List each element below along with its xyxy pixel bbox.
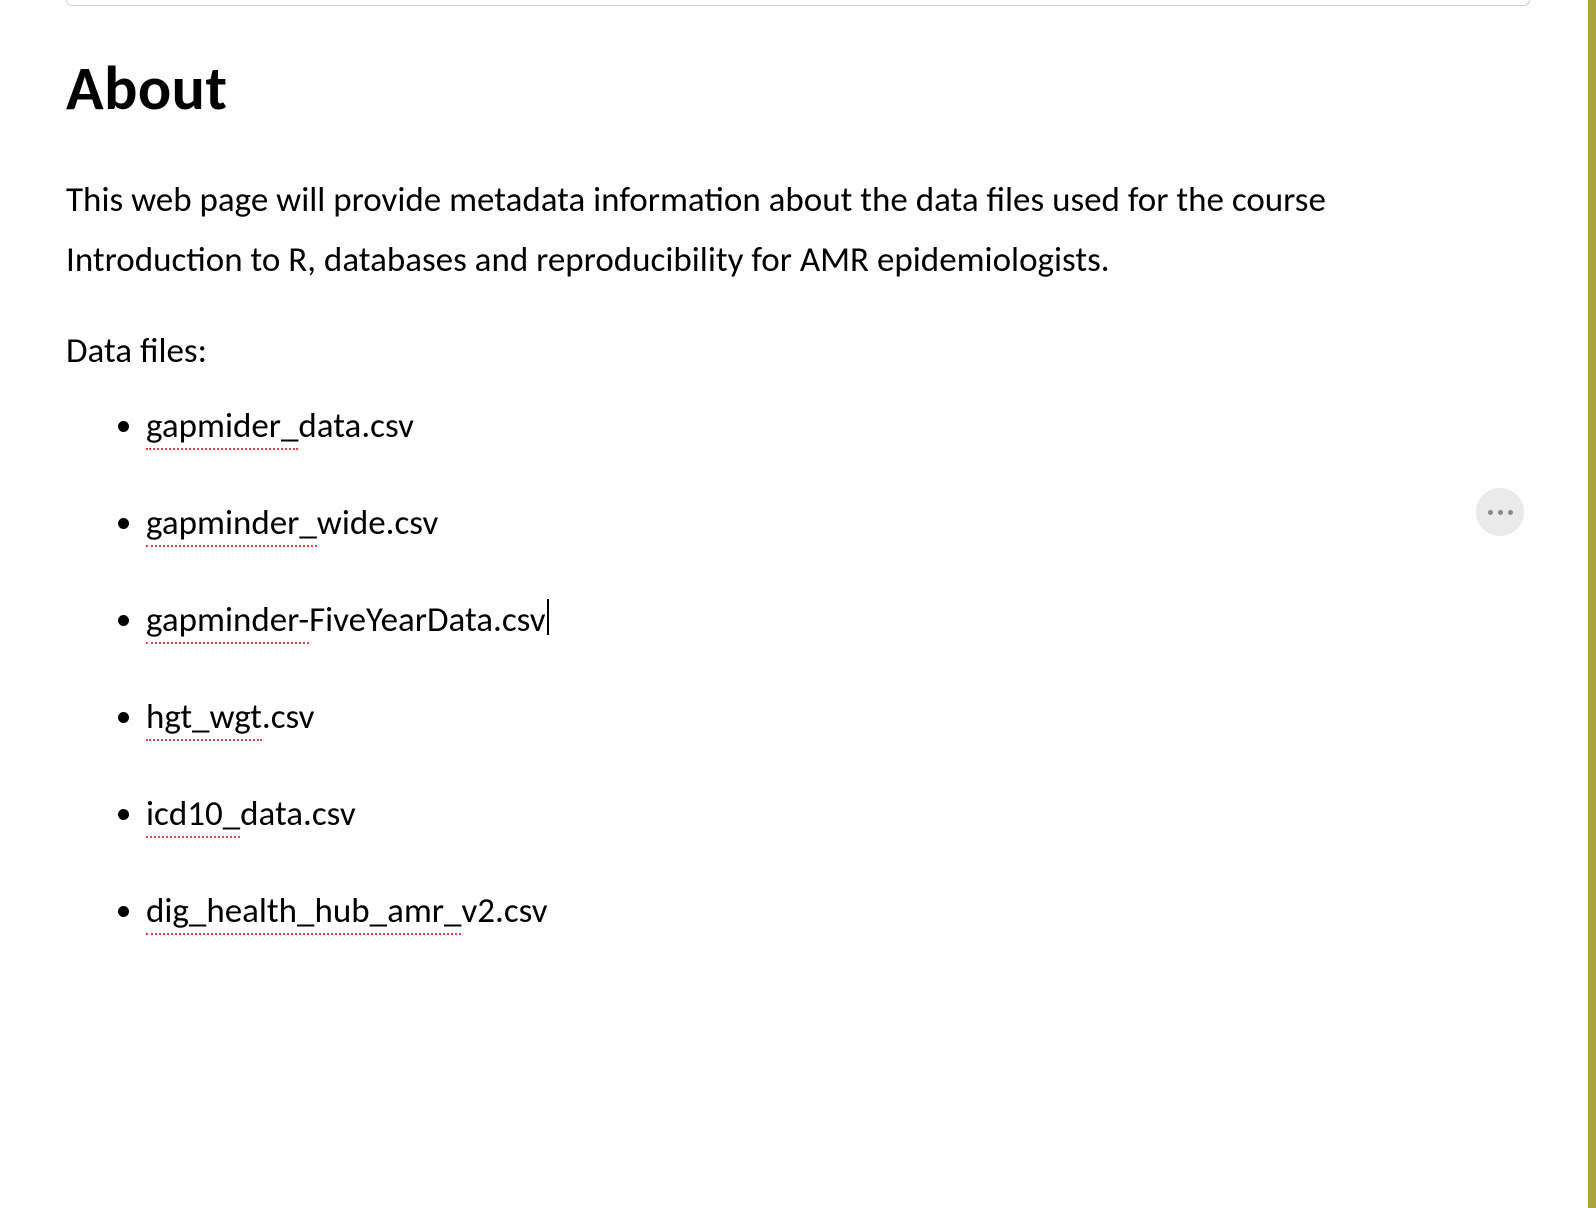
scrollbar[interactable] xyxy=(1588,0,1596,1208)
file-name-rest: FiveYearData.csv xyxy=(309,599,549,641)
data-files-label: Data files: xyxy=(66,330,1530,372)
list-item[interactable]: gapmider_data.csv xyxy=(146,402,1530,451)
file-name-spellcheck: gapminder_ xyxy=(146,502,317,547)
list-item[interactable]: hgt_wgt.csv xyxy=(146,693,1530,742)
list-item[interactable]: icd10_data.csv xyxy=(146,790,1530,839)
more-options-button[interactable] xyxy=(1476,488,1524,536)
file-name-spellcheck: gapminder- xyxy=(146,599,309,644)
file-name-rest: wide.csv xyxy=(317,502,438,544)
file-name-spellcheck: dig_health_hub_amr_ xyxy=(146,890,461,935)
page-title: About xyxy=(66,50,1530,126)
file-name-spellcheck: icd10_ xyxy=(146,793,240,838)
file-name-rest: data.csv xyxy=(298,405,414,447)
file-list: gapmider_data.csvgapminder_wide.csvgapmi… xyxy=(66,402,1530,936)
file-name-rest: .csv xyxy=(262,696,315,738)
file-name-rest: data.csv xyxy=(240,793,356,835)
list-item[interactable]: dig_health_hub_amr_v2.csv xyxy=(146,887,1530,936)
about-description: This web page will provide metadata info… xyxy=(66,171,1486,290)
file-name-spellcheck: hgt_wgt xyxy=(146,696,262,741)
file-name-spellcheck: gapmider_ xyxy=(146,405,298,450)
list-item[interactable]: gapminder_wide.csv xyxy=(146,499,1530,548)
list-item[interactable]: gapminder-FiveYearData.csv xyxy=(146,596,1530,645)
ellipsis-icon xyxy=(1488,510,1493,515)
ellipsis-icon xyxy=(1508,510,1513,515)
file-name-rest: v2.csv xyxy=(461,890,547,932)
document-content: About This web page will provide metadat… xyxy=(0,0,1596,984)
ellipsis-icon xyxy=(1498,510,1503,515)
